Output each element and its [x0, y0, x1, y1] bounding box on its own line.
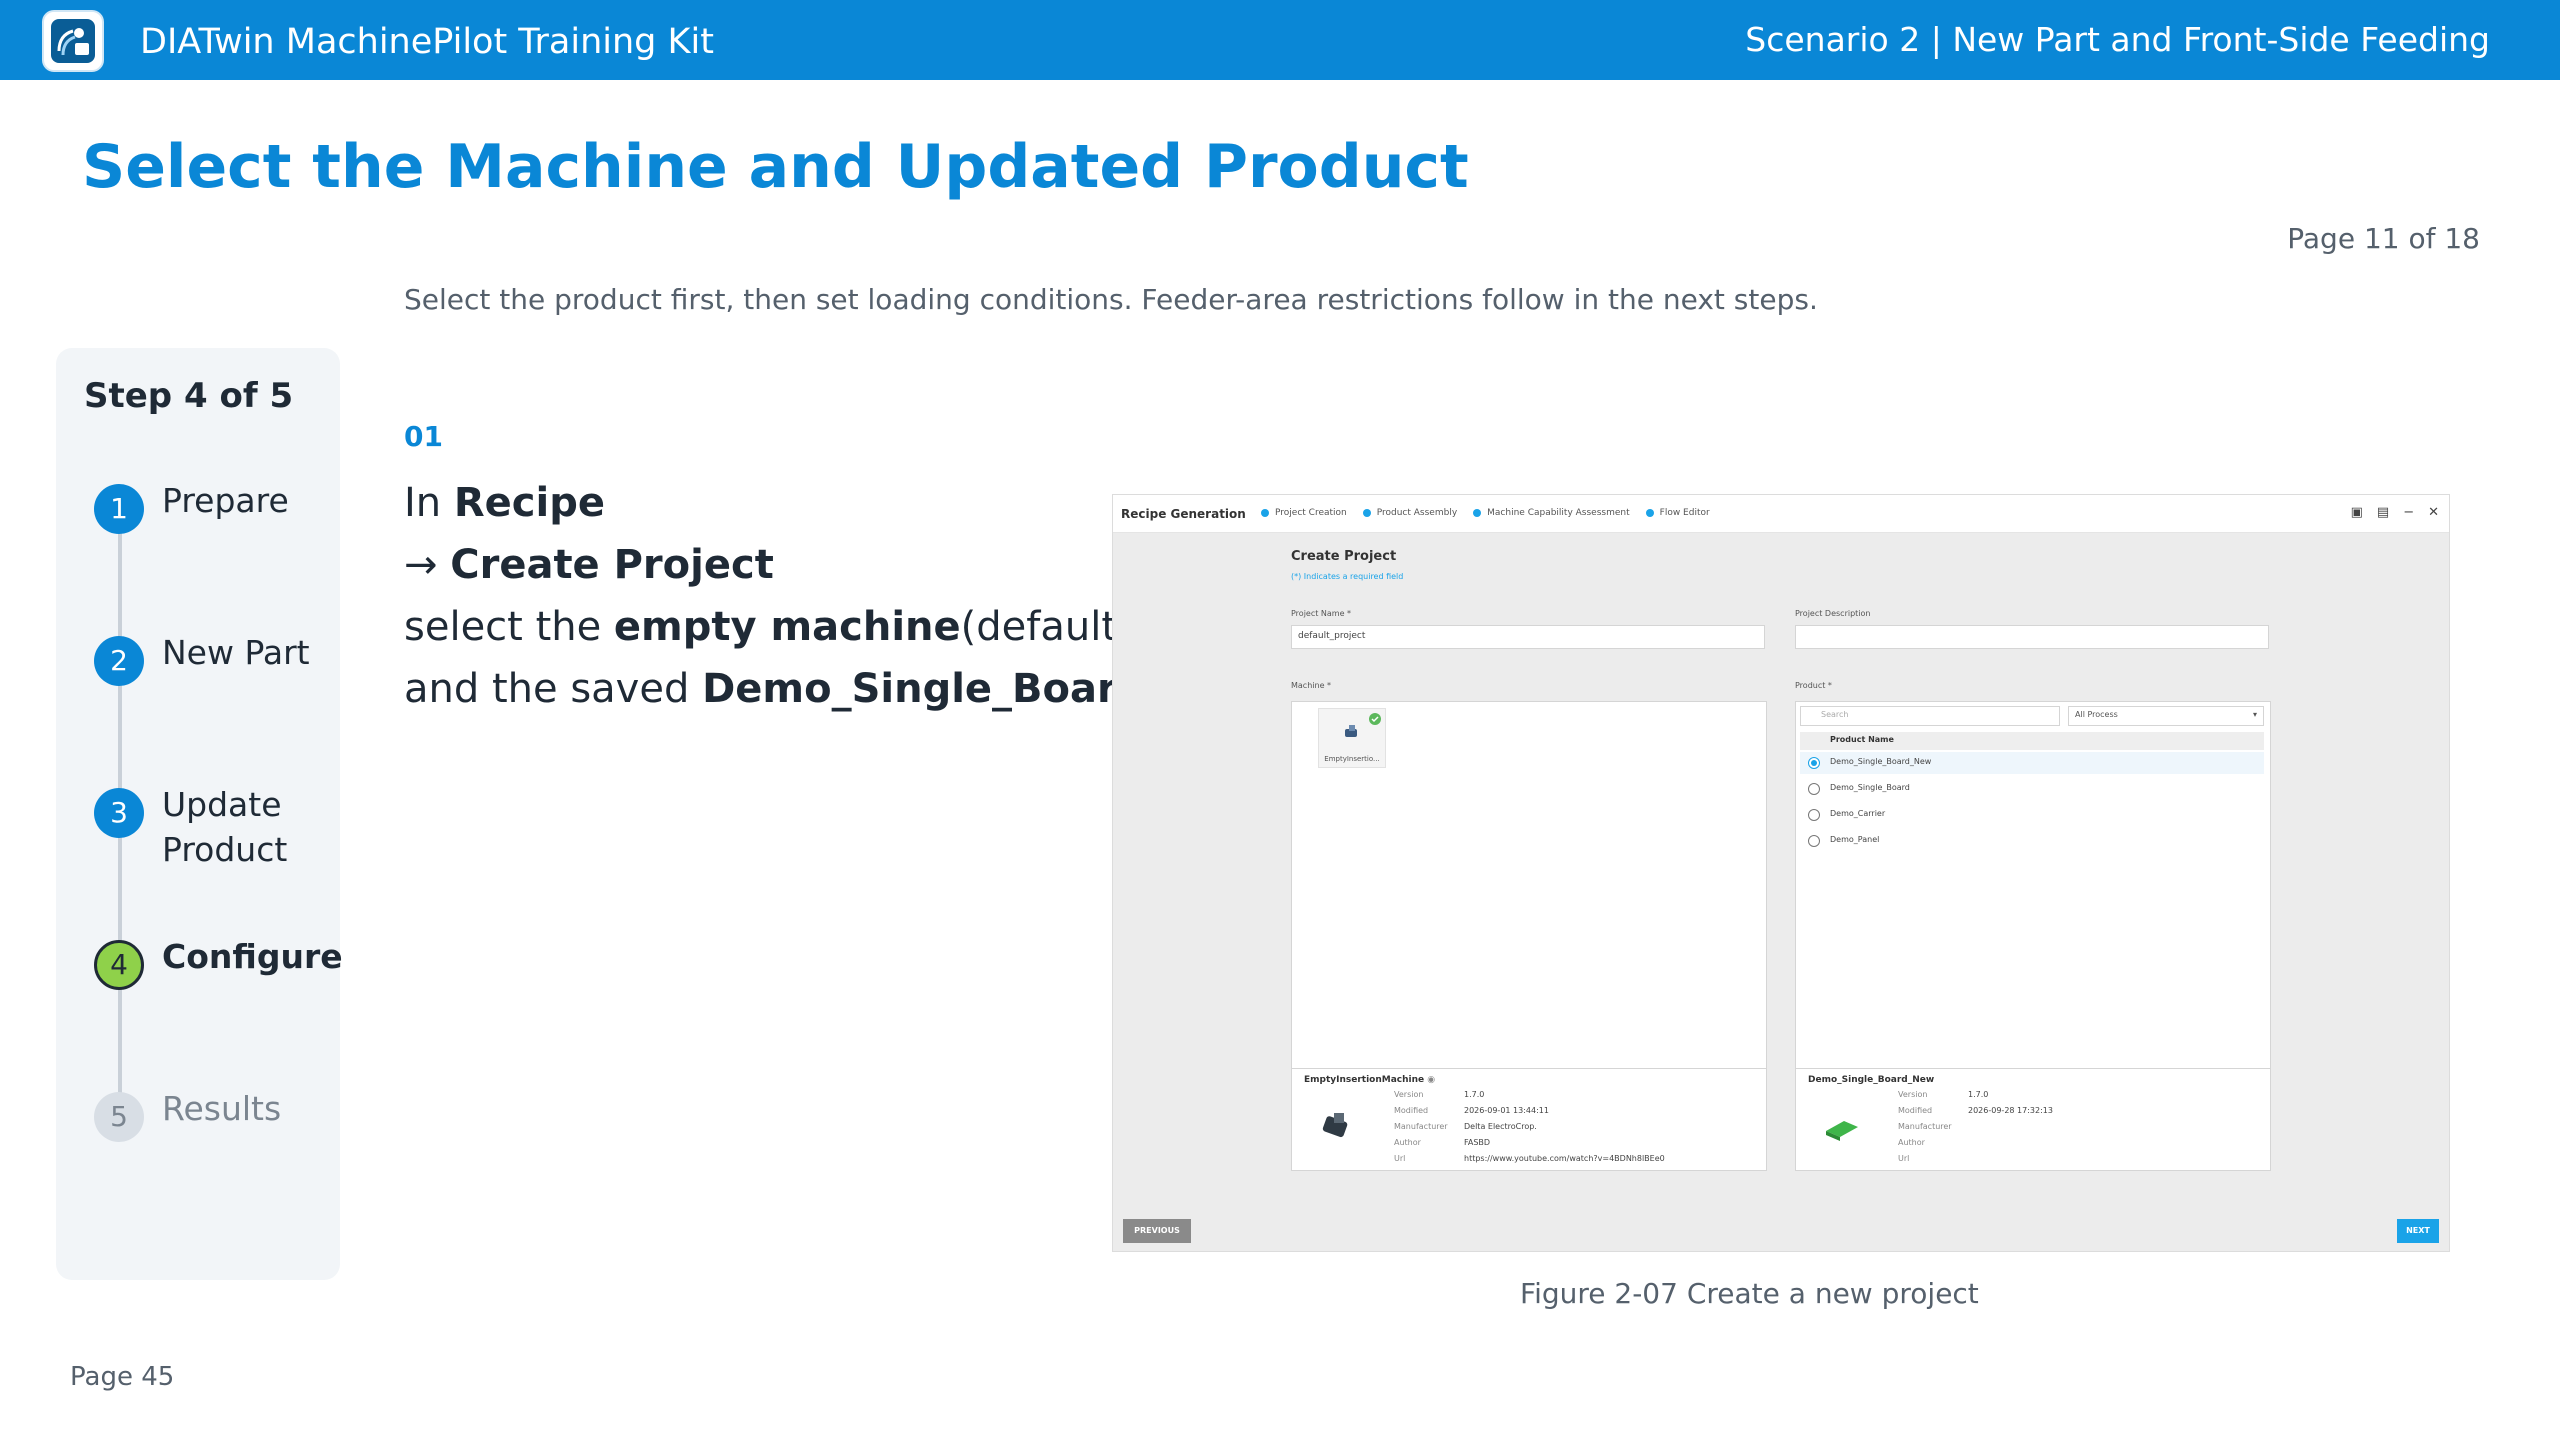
app-title: DIATwin MachinePilot Training Kit [140, 22, 714, 62]
scenario-label: Scenario 2 | New Part and Front-Side Fee… [1745, 20, 2490, 59]
recipe-toolbar: Recipe Generation Project Creation Produ… [1113, 495, 2449, 533]
window-controls: ▣ ▤ − ✕ [2351, 505, 2439, 520]
close-icon[interactable]: ✕ [2428, 505, 2439, 520]
radio-selected [1808, 757, 1820, 769]
check-icon [1369, 713, 1381, 725]
machine-info-panel: EmptyInsertionMachine ◉ Version Modified… [1292, 1068, 1766, 1170]
step-label: Configure [162, 937, 343, 976]
radio [1808, 783, 1820, 795]
product-column-header: Product Name [1800, 732, 2264, 750]
page-indicator: Page 11 of 18 [2287, 222, 2480, 255]
radio [1808, 835, 1820, 847]
breadcrumb-machine-capability[interactable]: Machine Capability Assessment [1473, 508, 1630, 518]
breadcrumb-flow-editor[interactable]: Flow Editor [1645, 508, 1710, 518]
product-row[interactable]: Demo_Single_Board_New [1800, 752, 2264, 774]
step-panel: Step 4 of 5 1 Prepare 2 New Part 3 Updat… [56, 348, 343, 1280]
product-thumbnail [1826, 1121, 1858, 1141]
product-row[interactable]: Demo_Carrier [1800, 804, 2264, 826]
figure-caption: Figure 2-07 Create a new project [1520, 1277, 1979, 1310]
next-button[interactable]: NEXT [2397, 1219, 2439, 1243]
header-bar: DIATwin MachinePilot Training Kit Scenar… [0, 0, 2560, 80]
product-row[interactable]: Demo_Panel [1800, 830, 2264, 852]
chevron-down-icon: ▾ [2252, 710, 2257, 719]
machine-card-empty[interactable]: EmptyInsertio... [1318, 708, 1386, 768]
save-icon[interactable]: ▣ [2351, 505, 2363, 520]
create-project-screenshot: Recipe Generation Project Creation Produ… [1112, 494, 2450, 1252]
machine-thumbnail [1322, 1113, 1348, 1138]
radio [1808, 809, 1820, 821]
product-row[interactable]: Demo_Single_Board [1800, 778, 2264, 800]
product-info-panel: Demo_Single_Board_New Version Modified M… [1796, 1068, 2270, 1170]
create-project-title: Create Project [1291, 549, 1397, 564]
breadcrumb: Project Creation Product Assembly Machin… [1261, 508, 1710, 518]
required-note: (*) Indicates a required field [1291, 572, 1404, 581]
step-label: Update Product [162, 785, 288, 869]
page-subtitle: Select the product first, then set loadi… [404, 283, 1818, 316]
recipe-app-title: Recipe Generation [1121, 507, 1246, 521]
step-number: 3 [94, 788, 144, 838]
breadcrumb-project-creation[interactable]: Project Creation [1261, 508, 1347, 518]
product-label: Product * [1795, 681, 1832, 690]
machine-list: EmptyInsertio... EmptyInsertionMachine ◉… [1291, 701, 1767, 1171]
previous-button[interactable]: PREVIOUS [1123, 1219, 1191, 1243]
step-panel-title: Step 4 of 5 [84, 376, 294, 416]
project-description-label: Project Description [1795, 609, 1871, 618]
step-number: 5 [94, 1092, 144, 1142]
step-label: Prepare [162, 481, 289, 520]
step-number: 1 [94, 484, 144, 534]
product-list: Search All Process ▾ Product Name Demo_Si… [1795, 701, 2271, 1171]
step-label: Results [162, 1089, 282, 1128]
process-select[interactable]: All Process ▾ [2068, 706, 2264, 726]
app-logo-icon [42, 10, 104, 72]
save-as-icon[interactable]: ▤ [2377, 505, 2389, 520]
breadcrumb-product-assembly[interactable]: Product Assembly [1362, 508, 1457, 518]
minimize-icon[interactable]: − [2403, 505, 2414, 520]
footer-page-number: Page 45 [70, 1362, 175, 1392]
project-name-field[interactable]: default_project [1291, 625, 1765, 649]
project-name-label: Project Name * [1291, 609, 1352, 618]
eye-icon[interactable]: ◉ [1427, 1075, 1435, 1085]
machine-label: Machine * [1291, 681, 1332, 690]
machine-icon [1345, 725, 1357, 737]
instruction-number: 01 [404, 420, 443, 453]
step-number: 4 [94, 940, 144, 990]
step-number: 2 [94, 636, 144, 686]
product-search-input[interactable]: Search [1800, 706, 2060, 726]
project-description-field[interactable] [1795, 625, 2269, 649]
step-label: New Part [162, 633, 310, 672]
page-title: Select the Machine and Updated Product [82, 132, 1469, 202]
